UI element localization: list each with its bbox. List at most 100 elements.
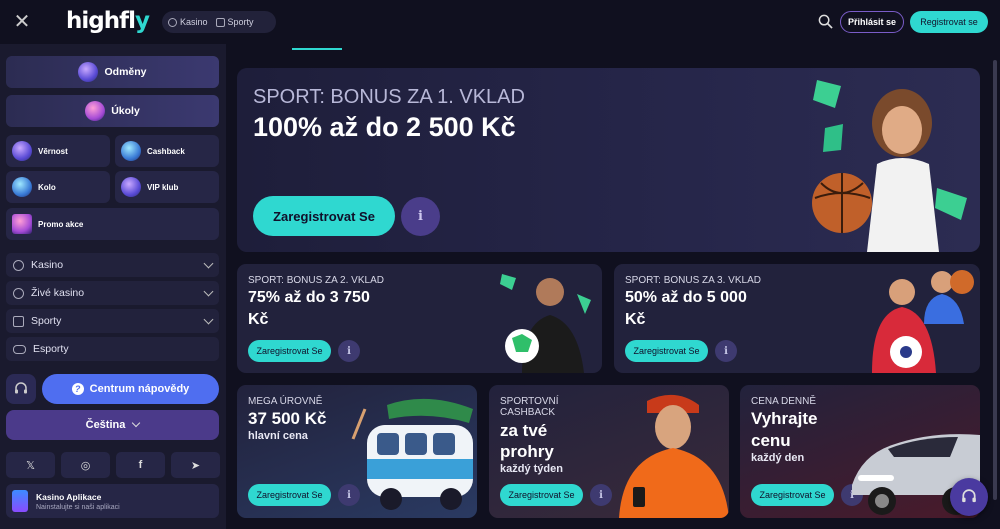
- chevron-down-icon: [203, 286, 214, 296]
- sidebar-vip[interactable]: VIP klub: [115, 171, 219, 203]
- chevron-down-icon: [132, 418, 141, 428]
- instagram-button[interactable]: ◎: [61, 452, 110, 478]
- card-big-text-line2: cenu: [751, 431, 791, 450]
- promo-card-mega-levels: MEGA ÚROVNĚ 37 500 Kč hlavní cena Zaregi…: [237, 385, 477, 518]
- login-button[interactable]: Přihlásit se: [840, 11, 904, 33]
- card-title-line2: Kč: [625, 311, 646, 328]
- promo-card-sport-cashback: SPORTOVNÍ CASHBACK za tvé prohry každý t…: [489, 385, 729, 518]
- telegram-icon: ➤: [190, 459, 201, 472]
- card-info-button[interactable]: i: [338, 340, 360, 362]
- vip-icon: [121, 177, 141, 197]
- card-title-line1: 50% až do 5 000: [625, 289, 747, 306]
- card-register-button[interactable]: Zaregistrovat Se: [248, 340, 331, 362]
- sports-icon: [13, 315, 24, 327]
- card-subtitle: SPORT: BONUS ZA 3. VKLAD: [625, 275, 761, 286]
- sidebar-cashback[interactable]: Cashback: [115, 135, 219, 167]
- card-subtitle-line2: CASHBACK: [500, 407, 556, 418]
- nav-sports[interactable]: Sporty: [215, 17, 254, 27]
- headset-icon: [962, 489, 976, 503]
- gamepad-icon: [13, 344, 26, 354]
- phone-icon: [12, 490, 28, 512]
- sidebar-rewards[interactable]: Odměny: [6, 56, 219, 88]
- live-icon: [13, 287, 24, 299]
- chevron-down-icon: [203, 258, 214, 268]
- nav-casino[interactable]: Kasino: [168, 17, 208, 27]
- close-icon[interactable]: ✕: [12, 12, 32, 32]
- rewards-icon: [78, 62, 99, 82]
- app-subtitle: Nainstalujte si naši aplikaci: [36, 503, 120, 511]
- telegram-button[interactable]: ➤: [171, 452, 220, 478]
- question-icon: ?: [71, 383, 84, 395]
- card-small-text: každý den: [751, 452, 805, 464]
- facebook-button[interactable]: f: [116, 452, 165, 478]
- help-center-button[interactable]: ? Centrum nápovědy: [42, 374, 219, 404]
- x-social-button[interactable]: 𝕏: [6, 452, 55, 478]
- card-big-text: 37 500 Kč: [248, 409, 327, 428]
- sidebar-item-casino[interactable]: Kasino: [6, 253, 219, 277]
- hero-subtitle: SPORT: BONUS ZA 1. VKLAD: [253, 86, 525, 108]
- wheel-icon: [12, 177, 32, 197]
- hero-banner: SPORT: BONUS ZA 1. VKLAD 100% až do 2 50…: [237, 68, 980, 252]
- card-register-button[interactable]: Zaregistrovat Se: [751, 484, 834, 506]
- athlete-image: [812, 80, 967, 252]
- headset-icon: [15, 382, 27, 394]
- sidebar-tasks[interactable]: Úkoly: [6, 95, 219, 127]
- scrollbar[interactable]: [993, 60, 997, 500]
- instagram-icon: ◎: [80, 459, 91, 472]
- athletes-image: [872, 270, 974, 373]
- van-image: [351, 398, 473, 510]
- sidebar-loyalty[interactable]: Věrnost: [6, 135, 110, 167]
- card-small-text: každý týden: [500, 463, 563, 475]
- card-small-text: hlavní cena: [248, 430, 308, 442]
- sidebar-item-esports[interactable]: Esporty: [6, 337, 219, 361]
- top-bar: ✕ highfly Kasino Sporty Přihlásit se Reg…: [0, 0, 1000, 44]
- promo-card-2nd-deposit: SPORT: BONUS ZA 2. VKLAD 75% až do 3 750…: [237, 264, 602, 373]
- card-subtitle: SPORT: BONUS ZA 2. VKLAD: [248, 275, 384, 286]
- sidebar: Odměny Úkoly Věrnost Cashback Kolo VIP k…: [0, 44, 226, 529]
- loyalty-icon: [12, 141, 32, 161]
- sidebar-promo[interactable]: Promo akce: [6, 208, 219, 240]
- card-title-line2: Kč: [248, 311, 269, 328]
- support-button[interactable]: [6, 374, 36, 404]
- register-button[interactable]: Registrovat se: [910, 11, 988, 33]
- card-info-button[interactable]: i: [715, 340, 737, 362]
- card-big-text-line1: za tvé: [500, 421, 548, 440]
- language-select[interactable]: Čeština: [6, 410, 219, 440]
- card-big-text-line1: Vyhrajte: [751, 409, 818, 428]
- promo-card-3rd-deposit: SPORT: BONUS ZA 3. VKLAD 50% až do 5 000…: [614, 264, 980, 373]
- casino-icon: [168, 17, 177, 27]
- top-nav-pill: Kasino Sporty: [162, 11, 276, 33]
- card-register-button[interactable]: Zaregistrovat Se: [500, 484, 583, 506]
- hero-register-button[interactable]: Zaregistrovat Se: [253, 196, 395, 236]
- promo-card-daily-prize: CENA DENNĚ Vyhrajte cenu každý den Zareg…: [740, 385, 980, 518]
- card-register-button[interactable]: Zaregistrovat Se: [248, 484, 331, 506]
- sports-icon: [215, 17, 225, 27]
- app-install-banner[interactable]: Kasino Aplikace Nainstalujte si naši apli…: [6, 484, 219, 518]
- casino-icon: [13, 259, 24, 271]
- cashback-icon: [121, 141, 141, 161]
- chat-support-button[interactable]: [950, 478, 988, 516]
- sidebar-item-live-casino[interactable]: Živé kasino: [6, 281, 219, 305]
- card-info-button[interactable]: i: [590, 484, 612, 506]
- card-subtitle: MEGA ÚROVNĚ: [248, 396, 323, 407]
- active-tab-indicator: [292, 48, 342, 50]
- chevron-down-icon: [203, 314, 214, 324]
- hero-info-button[interactable]: i: [401, 197, 440, 236]
- facebook-icon: f: [138, 459, 143, 471]
- search-icon[interactable]: [818, 14, 833, 29]
- app-title: Kasino Aplikace: [36, 491, 102, 502]
- football-player-image: [500, 274, 591, 373]
- card-subtitle: CENA DENNĚ: [751, 396, 817, 407]
- card-subtitle-line1: SPORTOVNÍ: [500, 396, 559, 407]
- card-big-text-line2: prohry: [500, 442, 554, 461]
- sidebar-wheel[interactable]: Kolo: [6, 171, 110, 203]
- promo-icon: [12, 214, 32, 234]
- card-register-button[interactable]: Zaregistrovat Se: [625, 340, 708, 362]
- card-title-line1: 75% až do 3 750: [248, 289, 370, 306]
- hoodie-man-image: [619, 394, 729, 518]
- x-icon: 𝕏: [26, 459, 35, 472]
- hero-title: 100% až do 2 500 Kč: [253, 112, 516, 142]
- sidebar-item-sports[interactable]: Sporty: [6, 309, 219, 333]
- logo[interactable]: highfly: [66, 8, 150, 34]
- tasks-icon: [85, 101, 106, 121]
